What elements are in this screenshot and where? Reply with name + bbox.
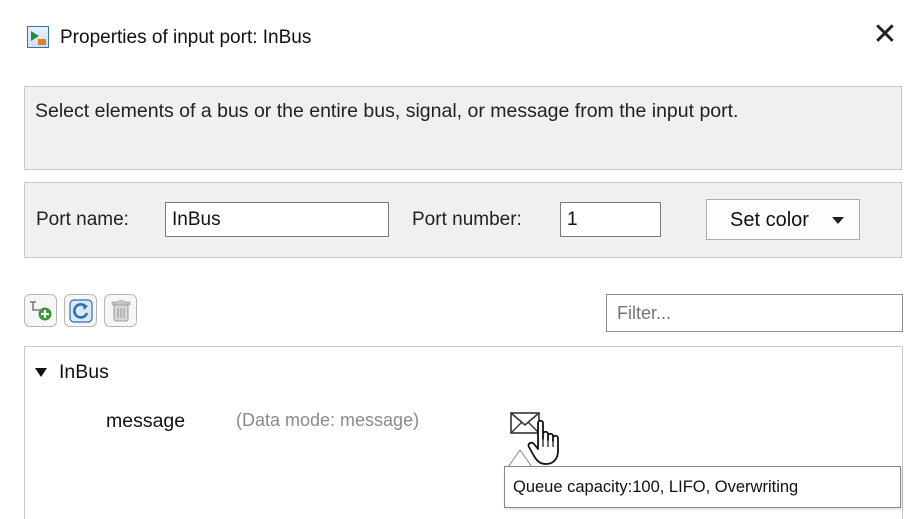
set-color-button[interactable]: Set color: [706, 199, 860, 240]
set-color-label: Set color: [730, 209, 809, 231]
close-button[interactable]: ✕: [868, 18, 902, 54]
filter-input[interactable]: [606, 294, 903, 332]
port-name-field[interactable]: [165, 202, 389, 237]
window-title: Properties of input port: InBus: [60, 27, 312, 48]
refresh-button[interactable]: [64, 294, 97, 327]
tree-expand-icon[interactable]: [35, 368, 47, 377]
add-element-button[interactable]: [24, 294, 57, 327]
tree-item-message[interactable]: message: [106, 410, 185, 433]
app-icon: [27, 26, 49, 48]
description-text: Select elements of a bus or the entire b…: [35, 100, 739, 122]
delete-icon: [111, 300, 131, 322]
tree-item-inbus[interactable]: InBus: [59, 361, 109, 384]
tooltip-pointer: [507, 449, 533, 467]
data-mode-text: (Data mode: message): [236, 410, 420, 430]
port-settings-panel: Port name: Port number: Set color: [24, 182, 902, 258]
port-number-field[interactable]: [560, 202, 661, 237]
add-element-icon: [30, 301, 52, 321]
tooltip: Queue capacity:100, LIFO, Overwriting: [504, 466, 901, 508]
port-name-label: Port name:: [36, 209, 129, 230]
chevron-down-icon: [832, 217, 844, 224]
port-number-label: Port number:: [412, 209, 522, 230]
delete-button[interactable]: [104, 294, 137, 327]
description-panel: Select elements of a bus or the entire b…: [24, 86, 902, 170]
title-bar: Properties of input port: InBus ✕: [0, 0, 905, 78]
refresh-icon: [69, 299, 93, 323]
tooltip-text: Queue capacity:100, LIFO, Overwriting: [513, 478, 799, 496]
